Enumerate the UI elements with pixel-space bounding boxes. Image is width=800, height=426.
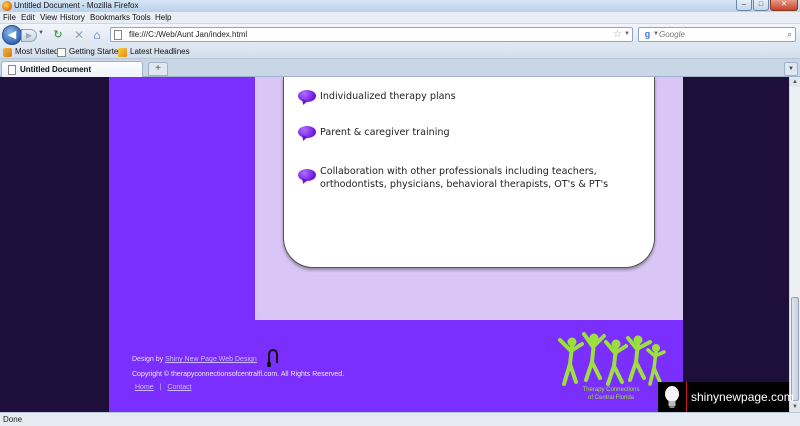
bookmark-most-visited[interactable]: Most Visited [3,45,58,59]
window-controls: – □ ✕ [735,0,798,12]
speech-bubble-icon [298,126,316,138]
url-dropdown-icon[interactable]: ▼ [624,28,630,41]
list-item-text: Individualized therapy plans [320,91,456,102]
menu-history[interactable]: History [60,12,85,24]
home-link[interactable]: Home [135,384,154,391]
therapy-connections-logo: Therapy Connections of Central Florida [556,332,666,410]
design-label: Design by [132,356,164,363]
page-icon [114,30,122,40]
close-button[interactable]: ✕ [770,0,798,11]
url-text[interactable]: file:///C:/Web/Aunt Jan/index.html [129,28,247,41]
bookmarks-toolbar: Most Visited Getting Started Latest Head… [0,45,800,59]
bookmark-label: Latest Headlines [130,47,190,56]
footer-links: Home | Contact [135,384,192,391]
tab-list-dropdown-icon[interactable]: ▼ [784,62,798,76]
menu-edit[interactable]: Edit [21,12,35,24]
logo-caption: Therapy Connections of Central Florida [556,386,666,402]
vertical-scrollbar[interactable]: ▲ ▼ [789,77,800,412]
menu-bookmarks[interactable]: Bookmarks [90,12,130,24]
status-text: Done [3,415,23,424]
rss-feed-icon [118,47,127,57]
most-visited-icon [3,47,12,57]
link-separator: | [159,384,162,391]
reload-icon[interactable]: ↻ [51,28,65,42]
tab-label: Untitled Document [20,65,92,74]
title-bar: Untitled Document - Mozilla Firefox – □ … [0,0,800,12]
status-bar: Done [0,412,800,426]
back-icon[interactable]: ◀ [2,25,22,45]
forward-icon[interactable]: ▶ [21,29,37,42]
design-credit: Design by Shiny New Page Web Design [132,356,257,363]
magnifier-icon[interactable]: ⌕ [787,28,792,41]
star-icon[interactable]: ☆ [613,28,622,41]
address-bar[interactable]: file:///C:/Web/Aunt Jan/index.html ☆ ▼ [110,27,633,42]
menu-tools[interactable]: Tools [132,12,151,24]
bookmark-label: Getting Started [69,47,123,56]
menu-file[interactable]: File [3,12,16,24]
search-bar[interactable]: g ▼ ⌕ [638,27,796,42]
bookmark-label: Most Visited [15,47,59,56]
minimize-button[interactable]: – [736,0,752,11]
page-icon [57,47,66,57]
new-tab-button[interactable]: + [148,62,168,76]
tab-untitled-document[interactable]: Untitled Document [1,61,143,77]
window-title: Untitled Document - Mozilla Firefox [14,1,139,10]
speech-bubble-icon [298,169,316,181]
firefox-icon [2,1,12,11]
dancing-figures-icon [558,332,666,386]
copyright-text: Copyright © therapyconnectionsofcentralf… [132,371,345,378]
page-viewport: Individualized therapy plans Parent & ca… [0,77,789,412]
site-container: Individualized therapy plans Parent & ca… [109,77,683,412]
menu-view[interactable]: View [40,12,57,24]
design-link[interactable]: Shiny New Page Web Design [165,356,257,363]
list-item-text: Collaboration with other professionals i… [320,166,609,190]
light-bulb-icon [665,386,679,408]
watermark-text: shinynewpage.com [691,390,794,404]
logo-line-2: of Central Florida [587,395,635,401]
menu-help[interactable]: Help [155,12,171,24]
home-icon[interactable]: ⌂ [90,28,104,42]
history-dropdown-icon[interactable]: ▼ [38,30,44,36]
navigation-toolbar: ◀ ▶ ▼ ↻ ✕ ⌂ file:///C:/Web/Aunt Jan/inde… [0,24,800,45]
menu-bar: File Edit View History Bookmarks Tools H… [0,12,800,24]
logo-line-1: Therapy Connections [582,387,640,393]
page-icon [8,65,16,75]
bookmark-getting-started[interactable]: Getting Started [57,45,123,59]
headphones-icon [267,349,278,367]
stop-icon[interactable]: ✕ [72,28,86,42]
tab-strip: Untitled Document + ▼ [0,59,800,77]
search-input[interactable] [659,28,779,41]
scroll-up-icon[interactable]: ▲ [790,77,800,87]
watermark-divider [686,382,687,412]
maximize-button[interactable]: □ [753,0,769,11]
watermark: shinynewpage.com [658,382,794,412]
contact-link[interactable]: Contact [167,384,191,391]
speech-bubble-icon [298,90,316,102]
list-item-text: Parent & caregiver training [320,127,450,138]
services-card: Individualized therapy plans Parent & ca… [283,77,655,268]
google-icon[interactable]: g [642,29,653,40]
bookmark-latest-headlines[interactable]: Latest Headlines [118,45,190,59]
